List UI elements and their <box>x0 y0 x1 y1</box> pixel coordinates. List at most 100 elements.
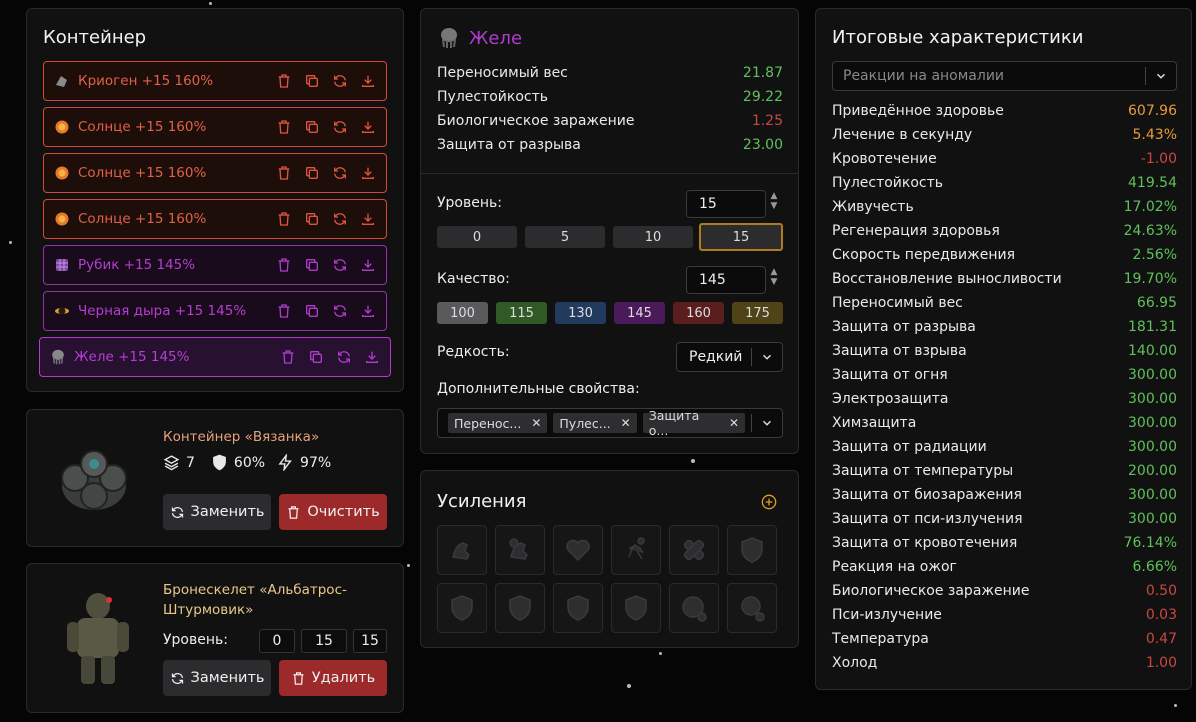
result-row: Восстановление выносливости 19.70% <box>832 269 1177 289</box>
delete-icon[interactable] <box>276 211 292 227</box>
download-icon[interactable] <box>364 349 380 365</box>
container-slot[interactable]: Черная дыра +15 145% <box>43 291 387 331</box>
quality-input[interactable]: 145 <box>686 266 766 294</box>
refresh-icon[interactable] <box>332 257 348 273</box>
boost-slot[interactable] <box>437 583 487 633</box>
level-stepper[interactable]: ▲ ▼ <box>769 191 779 211</box>
quality-preset-button[interactable]: 115 <box>496 302 547 324</box>
armor-card: Бронескелет «Альбатрос-Штурмовик» Уровен… <box>26 563 404 713</box>
container-slot[interactable]: Солнце +15 160% <box>43 199 387 239</box>
arm-timer-icon <box>509 538 528 560</box>
add-boost-icon[interactable] <box>761 494 777 510</box>
armor-name: Бронескелет «Альбатрос-Штурмовик» <box>163 582 347 618</box>
remove-tag-icon[interactable]: ✕ <box>729 416 739 430</box>
delete-icon[interactable] <box>276 165 292 181</box>
quality-preset-button[interactable]: 130 <box>555 302 606 324</box>
result-row: Защита от пси-излучения 300.00 <box>832 509 1177 529</box>
refresh-icon[interactable] <box>332 165 348 181</box>
result-value: 19.70% <box>1123 271 1177 287</box>
boost-slot[interactable] <box>495 583 545 633</box>
remove-tag-icon[interactable]: ✕ <box>531 416 541 430</box>
result-row: Реакция на ожог 6.66% <box>832 557 1177 577</box>
sun-artifact-icon <box>54 119 70 135</box>
download-icon[interactable] <box>360 211 376 227</box>
copy-icon[interactable] <box>304 73 320 89</box>
download-icon[interactable] <box>360 73 376 89</box>
boost-slot[interactable] <box>553 583 603 633</box>
remove-tag-icon[interactable]: ✕ <box>621 416 631 430</box>
armor-level-current[interactable]: 15 <box>301 629 347 653</box>
download-icon[interactable] <box>360 303 376 319</box>
container-slot[interactable]: Солнце +15 160% <box>43 153 387 193</box>
boost-slot[interactable] <box>727 583 777 633</box>
armor-level-max[interactable]: 15 <box>353 629 387 653</box>
quality-preset-button[interactable]: 145 <box>614 302 665 324</box>
quality-preset-button[interactable]: 175 <box>732 302 783 324</box>
boost-slot[interactable] <box>727 525 777 575</box>
boost-slot[interactable] <box>553 525 603 575</box>
rarity-select[interactable]: Редкий <box>676 342 783 372</box>
replace-container-button[interactable]: Заменить <box>163 494 271 530</box>
slot-actions <box>276 257 376 273</box>
boost-slot[interactable] <box>611 525 661 575</box>
quality-stepper[interactable]: ▲ ▼ <box>769 267 779 287</box>
level-input[interactable]: 15 <box>686 190 766 218</box>
extra-prop-tag[interactable]: Пулес... ✕ <box>553 413 637 433</box>
download-icon[interactable] <box>360 165 376 181</box>
download-icon[interactable] <box>360 257 376 273</box>
copy-icon[interactable] <box>304 165 320 181</box>
container-slot[interactable]: Рубик +15 145% <box>43 245 387 285</box>
result-row: Химзащита 300.00 <box>832 413 1177 433</box>
quality-preset-button[interactable]: 100 <box>437 302 488 324</box>
extra-prop-tag[interactable]: Перенос... ✕ <box>448 413 548 433</box>
boost-slot[interactable] <box>669 583 719 633</box>
results-filter-select[interactable]: Реакции на аномалии <box>832 61 1177 91</box>
copy-icon[interactable] <box>308 349 324 365</box>
item-stat-label: Защита от разрыва <box>437 137 581 153</box>
jelly-artifact-icon <box>50 349 66 365</box>
delete-icon[interactable] <box>276 73 292 89</box>
delete-icon[interactable] <box>276 257 292 273</box>
result-row: Защита от взрыва 140.00 <box>832 341 1177 361</box>
copy-icon[interactable] <box>304 303 320 319</box>
item-stat-value: 29.22 <box>742 89 783 105</box>
level-preset-button[interactable]: 15 <box>699 223 783 251</box>
boost-slot[interactable] <box>437 525 487 575</box>
result-label: Химзащита <box>832 415 917 431</box>
container-slot[interactable]: Криоген +15 160% <box>43 61 387 101</box>
copy-icon[interactable] <box>304 119 320 135</box>
container-slot[interactable]: Солнце +15 160% <box>43 107 387 147</box>
boost-slot[interactable] <box>669 525 719 575</box>
replace-armor-button[interactable]: Заменить <box>163 660 271 696</box>
result-row: Электрозащита 300.00 <box>832 389 1177 409</box>
level-preset-button[interactable]: 0 <box>437 226 517 248</box>
download-icon[interactable] <box>360 119 376 135</box>
quality-preset-button[interactable]: 160 <box>673 302 724 324</box>
extra-prop-tag[interactable]: Защита о... ✕ <box>642 408 745 438</box>
boost-slot[interactable] <box>495 525 545 575</box>
result-row: Лечение в секунду 5.43% <box>832 125 1177 145</box>
copy-icon[interactable] <box>304 211 320 227</box>
slot-label: Черная дыра +15 145% <box>78 303 247 319</box>
result-value: 300.00 <box>1128 487 1177 503</box>
refresh-icon[interactable] <box>332 211 348 227</box>
delete-armor-button[interactable]: Удалить <box>279 660 387 696</box>
extra-props-select[interactable]: Перенос... ✕ Пулес... ✕ Защита о... ✕ <box>437 408 783 438</box>
refresh-icon[interactable] <box>332 73 348 89</box>
delete-icon[interactable] <box>276 303 292 319</box>
delete-icon[interactable] <box>276 119 292 135</box>
container-slot[interactable]: Желе +15 145% <box>39 337 391 377</box>
delete-icon[interactable] <box>280 349 296 365</box>
level-preset-button[interactable]: 10 <box>613 226 693 248</box>
result-label: Переносимый вес <box>832 295 963 311</box>
level-preset-button[interactable]: 5 <box>525 226 605 248</box>
armor-level-min[interactable]: 0 <box>259 629 295 653</box>
slot-label: Рубик +15 145% <box>78 257 196 273</box>
refresh-icon[interactable] <box>336 349 352 365</box>
refresh-icon[interactable] <box>332 303 348 319</box>
strength-icon <box>452 542 470 560</box>
boost-slot[interactable] <box>611 583 661 633</box>
copy-icon[interactable] <box>304 257 320 273</box>
refresh-icon[interactable] <box>332 119 348 135</box>
clear-container-button[interactable]: Очистить <box>279 494 387 530</box>
